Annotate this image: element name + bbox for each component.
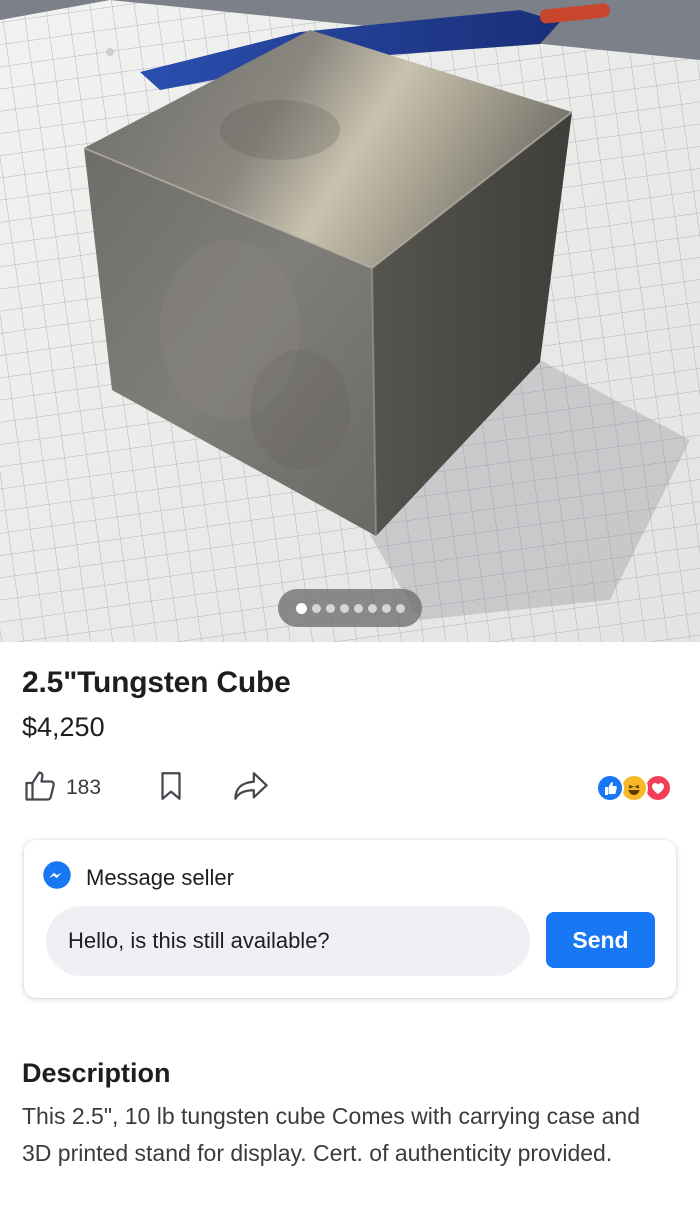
listing-title: 2.5"Tungsten Cube [22, 666, 291, 699]
message-seller-card: Message seller Hello, is this still avai… [24, 840, 676, 998]
pager-dot-active[interactable] [295, 602, 307, 614]
pager-dot[interactable] [367, 603, 377, 613]
pager-dot[interactable] [353, 603, 363, 613]
tungsten-cube-photo [0, 0, 700, 642]
love-reaction-icon [644, 774, 672, 802]
pager-dot[interactable] [381, 603, 391, 613]
like-button[interactable]: 183 [22, 768, 101, 808]
haha-reaction-icon [620, 774, 648, 802]
share-arrow-icon [232, 769, 270, 808]
pager-dot[interactable] [325, 603, 335, 613]
save-button[interactable] [156, 768, 186, 808]
listing-price: $4,250 [22, 712, 105, 742]
description-heading: Description [22, 1058, 171, 1088]
share-button[interactable] [232, 768, 270, 808]
description-body: This 2.5", 10 lb tungsten cube Comes wit… [22, 1103, 640, 1166]
like-reaction-icon [596, 774, 624, 802]
pager-dot[interactable] [395, 603, 405, 613]
message-input-text: Hello, is this still available? [68, 928, 330, 953]
pager-dot[interactable] [311, 603, 321, 613]
messenger-icon [42, 860, 72, 895]
message-seller-header: Message seller [42, 860, 234, 895]
bookmark-icon [156, 769, 186, 808]
message-input[interactable]: Hello, is this still available? [46, 906, 530, 976]
thumbs-up-icon [22, 768, 58, 809]
photo-pager[interactable] [278, 589, 422, 627]
send-button[interactable]: Send [546, 912, 655, 968]
reaction-summary[interactable] [596, 772, 682, 804]
pager-dot[interactable] [339, 603, 349, 613]
message-seller-label: Message seller [86, 864, 234, 890]
like-count: 183 [66, 776, 102, 799]
listing-photo[interactable] [0, 0, 700, 642]
action-bar: 183 [22, 768, 682, 808]
